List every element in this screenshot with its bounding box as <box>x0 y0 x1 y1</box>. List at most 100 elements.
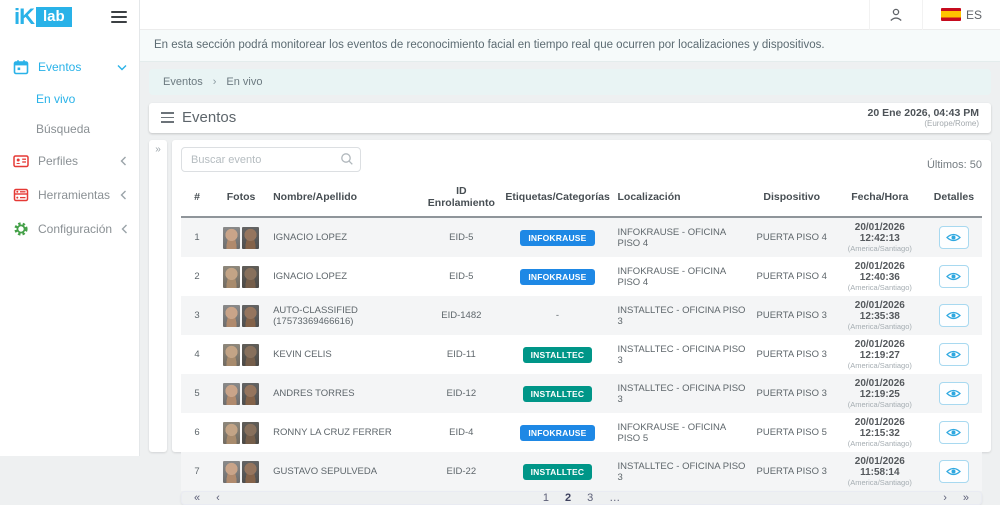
view-details-button[interactable] <box>939 421 969 444</box>
sidebar-item-busqueda[interactable]: Búsqueda <box>0 114 139 144</box>
info-banner: En esta sección podrá monitorear los eve… <box>140 30 1000 62</box>
breadcrumb: Eventos › En vivo <box>149 69 991 95</box>
row-datetime: 20/01/2026 12:19:25(America/Santiago) <box>834 374 926 413</box>
latest-count-label: Últimos: 50 <box>927 159 982 172</box>
pagination-page-3[interactable]: 3 <box>587 492 593 504</box>
face-photo <box>242 266 259 288</box>
row-device: PUERTA PISO 4 <box>750 257 834 296</box>
tag-badge: INFOKRAUSE <box>520 425 594 441</box>
face-photo <box>242 461 259 483</box>
sidebar-nav: Eventos En vivo Búsqueda Perfiles Herram… <box>0 34 139 246</box>
face-photo <box>223 305 240 327</box>
row-datetime: 20/01/2026 12:15:32(America/Santiago) <box>834 413 926 452</box>
view-details-button[interactable] <box>939 460 969 483</box>
chevron-left-icon <box>121 224 128 234</box>
view-details-button[interactable] <box>939 265 969 288</box>
logo-lab-text: lab <box>36 7 72 27</box>
events-table: # Fotos Nombre/Apellido ID Enrolamiento … <box>181 179 982 491</box>
sidebar-item-en-vivo[interactable]: En vivo <box>0 84 139 114</box>
row-details <box>926 257 982 296</box>
pagination-page-1[interactable]: 1 <box>543 492 549 504</box>
sidebar-item-label: Configuración <box>38 222 112 236</box>
user-account-button[interactable] <box>869 0 922 30</box>
sidebar-item-label: Eventos <box>38 60 81 74</box>
row-name: IGNACIO LOPEZ <box>269 217 421 257</box>
user-icon <box>888 7 904 23</box>
hamburger-menu-icon[interactable] <box>111 8 127 26</box>
table-row: 5 ANDRES TORRES EID-12 INSTALLTEC INSTAL… <box>181 374 982 413</box>
language-selector[interactable]: ES <box>922 0 1000 30</box>
row-name: IGNACIO LOPEZ <box>269 257 421 296</box>
row-number: 5 <box>181 374 213 413</box>
row-enrollment-id: EID-4 <box>421 413 501 452</box>
topbar: ES <box>140 0 1000 30</box>
row-name: AUTO-CLASSIFIED (17573369466616) <box>269 296 421 335</box>
sidebar-item-eventos[interactable]: Eventos <box>0 50 139 84</box>
row-photos <box>213 452 269 491</box>
row-name: RONNY LA CRUZ FERRER <box>269 413 421 452</box>
row-location: INSTALLTEC - OFICINA PISO 3 <box>614 452 750 491</box>
col-num: # <box>181 179 213 217</box>
sidebar-item-herramientas[interactable]: Herramientas <box>0 178 139 212</box>
sidebar-item-perfiles[interactable]: Perfiles <box>0 144 139 178</box>
row-datetime: 20/01/2026 12:40:36(America/Santiago) <box>834 257 926 296</box>
row-photos <box>213 257 269 296</box>
table-row: 3 AUTO-CLASSIFIED (17573369466616) EID-1… <box>181 296 982 335</box>
row-location: INFOKRAUSE - OFICINA PISO 4 <box>614 257 750 296</box>
row-enrollment-id: EID-12 <box>421 374 501 413</box>
row-device: PUERTA PISO 3 <box>750 296 834 335</box>
row-device: PUERTA PISO 4 <box>750 217 834 257</box>
pagination-next-button[interactable]: › <box>943 492 947 504</box>
app-logo[interactable]: iKlab <box>14 7 72 27</box>
view-details-button[interactable] <box>939 382 969 405</box>
latest-count-value: 50 <box>970 159 982 171</box>
face-photo <box>242 383 259 405</box>
row-name: KEVIN CELIS <box>269 335 421 374</box>
view-details-button[interactable] <box>939 304 969 327</box>
breadcrumb-en-vivo[interactable]: En vivo <box>226 76 262 88</box>
eye-icon <box>946 466 961 477</box>
row-device: PUERTA PISO 3 <box>750 335 834 374</box>
view-details-button[interactable] <box>939 343 969 366</box>
row-photos <box>213 217 269 257</box>
view-details-button[interactable] <box>939 226 969 249</box>
row-device: PUERTA PISO 3 <box>750 452 834 491</box>
panel-header: Eventos 20 Ene 2026, 04:43 PM (Europe/Ro… <box>149 103 991 133</box>
row-tag: INSTALLTEC <box>501 335 613 374</box>
pagination-page-2[interactable]: 2 <box>565 492 571 504</box>
logo-ik-text: iK <box>14 7 34 27</box>
search-input[interactable] <box>181 147 361 172</box>
pagination-last-button[interactable]: » <box>963 492 969 504</box>
row-location: INSTALLTEC - OFICINA PISO 3 <box>614 374 750 413</box>
row-enrollment-id: EID-1482 <box>421 296 501 335</box>
sidebar-item-configuracion[interactable]: Configuración <box>0 212 139 246</box>
row-datetime: 20/01/2026 11:58:14(America/Santiago) <box>834 452 926 491</box>
row-photos <box>213 296 269 335</box>
row-enrollment-id: EID-11 <box>421 335 501 374</box>
tag-badge: INSTALLTEC <box>523 464 593 480</box>
row-number: 6 <box>181 413 213 452</box>
row-enrollment-id: EID-22 <box>421 452 501 491</box>
table-row: 1 IGNACIO LOPEZ EID-5 INFOKRAUSE INFOKRA… <box>181 217 982 257</box>
pagination-first-button[interactable]: « <box>194 492 200 504</box>
breadcrumb-eventos[interactable]: Eventos <box>163 76 203 88</box>
row-tag: - <box>501 296 613 335</box>
panel-title: Eventos <box>182 109 236 126</box>
row-datetime: 20/01/2026 12:35:38(America/Santiago) <box>834 296 926 335</box>
sidebar-item-label: Herramientas <box>38 188 110 202</box>
row-tag: INFOKRAUSE <box>501 413 613 452</box>
sidebar-collapse-strip[interactable]: » <box>149 140 167 452</box>
row-photos <box>213 335 269 374</box>
row-number: 2 <box>181 257 213 296</box>
chevron-left-icon <box>120 190 127 200</box>
col-dispositivo: Dispositivo <box>750 179 834 217</box>
search-icon <box>340 152 354 171</box>
tools-icon <box>13 187 29 203</box>
tag-badge: INSTALLTEC <box>523 386 593 402</box>
row-details <box>926 452 982 491</box>
row-photos <box>213 413 269 452</box>
row-details <box>926 374 982 413</box>
eye-icon <box>946 310 961 321</box>
double-chevron-right-icon: » <box>155 144 161 155</box>
row-datetime: 20/01/2026 12:42:13(America/Santiago) <box>834 217 926 257</box>
